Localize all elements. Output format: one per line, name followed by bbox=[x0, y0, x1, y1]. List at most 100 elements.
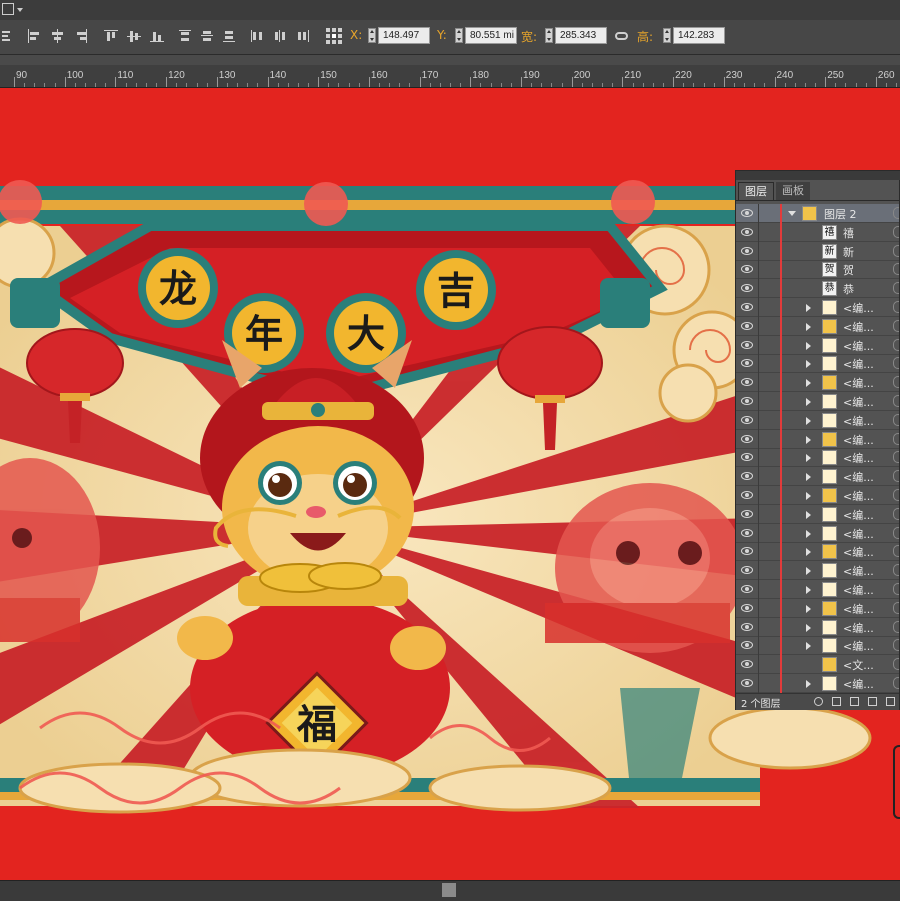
layer-row[interactable]: <编... bbox=[736, 674, 899, 693]
tab-layers[interactable]: 图层 bbox=[738, 182, 774, 200]
lock-column[interactable] bbox=[758, 222, 759, 242]
chevron-right-icon[interactable] bbox=[806, 548, 811, 557]
chevron-right-icon[interactable] bbox=[806, 529, 811, 538]
distribute-top-icon[interactable] bbox=[178, 29, 192, 43]
lock-column[interactable] bbox=[758, 523, 759, 543]
lock-column[interactable] bbox=[758, 486, 759, 505]
layer-row[interactable]: <编... bbox=[736, 523, 899, 543]
target-icon[interactable] bbox=[893, 507, 899, 520]
lock-column[interactable] bbox=[758, 316, 759, 336]
layer-row[interactable]: <编... bbox=[736, 561, 899, 581]
chevron-down-icon[interactable] bbox=[788, 211, 796, 216]
layer-row[interactable]: <编... bbox=[736, 504, 899, 524]
eye-icon[interactable] bbox=[741, 566, 753, 575]
target-icon[interactable] bbox=[893, 357, 899, 370]
chevron-right-icon[interactable] bbox=[806, 435, 811, 444]
layer-row[interactable]: <编... bbox=[736, 542, 899, 562]
distribute-vcenter-icon[interactable] bbox=[200, 29, 214, 43]
width-field[interactable]: 285.343 bbox=[555, 27, 607, 44]
align-left-icon[interactable] bbox=[27, 29, 41, 43]
target-icon[interactable] bbox=[893, 583, 899, 595]
lock-column[interactable] bbox=[758, 241, 759, 261]
layer-row[interactable]: <编... bbox=[736, 598, 899, 618]
target-icon[interactable] bbox=[893, 658, 899, 671]
x-spinner[interactable] bbox=[368, 28, 376, 43]
target-icon[interactable] bbox=[893, 338, 899, 351]
target-icon[interactable] bbox=[893, 244, 899, 257]
lock-column[interactable] bbox=[758, 298, 759, 317]
target-icon[interactable] bbox=[893, 263, 899, 276]
eye-icon[interactable] bbox=[741, 359, 753, 368]
layer-row[interactable]: <文... bbox=[736, 655, 899, 675]
layer-row[interactable]: 贺贺 bbox=[736, 260, 899, 280]
distribute-hcenter-icon[interactable] bbox=[273, 29, 287, 43]
target-icon[interactable] bbox=[893, 376, 899, 389]
lock-column[interactable] bbox=[758, 636, 759, 656]
layer-row[interactable]: 图层 2 bbox=[736, 204, 899, 223]
chevron-right-icon[interactable] bbox=[806, 567, 811, 576]
eye-icon[interactable] bbox=[741, 265, 753, 274]
layer-row[interactable]: <编... bbox=[736, 316, 899, 336]
layer-row[interactable]: <编... bbox=[736, 354, 899, 374]
target-icon[interactable] bbox=[893, 601, 899, 614]
constrain-proportions-icon[interactable] bbox=[615, 32, 628, 40]
panel-grip[interactable] bbox=[736, 171, 900, 180]
lock-column[interactable] bbox=[758, 410, 759, 430]
eye-icon[interactable] bbox=[741, 472, 753, 481]
lock-column[interactable] bbox=[758, 279, 759, 299]
lock-column[interactable] bbox=[758, 335, 759, 355]
lock-column[interactable] bbox=[758, 617, 759, 637]
chevron-right-icon[interactable] bbox=[806, 304, 811, 312]
eye-icon[interactable] bbox=[741, 528, 753, 537]
eye-icon[interactable] bbox=[741, 284, 753, 293]
layer-row[interactable]: <编... bbox=[736, 486, 899, 505]
target-icon[interactable] bbox=[893, 639, 899, 652]
eye-icon[interactable] bbox=[741, 246, 753, 255]
eye-icon[interactable] bbox=[741, 509, 753, 518]
lock-column[interactable] bbox=[758, 392, 759, 411]
eye-icon[interactable] bbox=[741, 660, 753, 669]
delete-layer-icon[interactable] bbox=[886, 697, 895, 706]
align-right-icon[interactable] bbox=[74, 29, 88, 43]
lock-column[interactable] bbox=[758, 504, 759, 524]
height-spinner[interactable] bbox=[663, 28, 671, 43]
lock-column[interactable] bbox=[758, 467, 759, 487]
align-menu-icon[interactable] bbox=[0, 29, 14, 43]
layer-row[interactable]: <编... bbox=[736, 373, 899, 393]
y-spinner[interactable] bbox=[455, 28, 463, 43]
eye-icon[interactable] bbox=[741, 491, 753, 499]
lock-column[interactable] bbox=[758, 561, 759, 581]
layer-row[interactable]: <编... bbox=[736, 410, 899, 430]
align-bottom-icon[interactable] bbox=[150, 29, 164, 43]
target-icon[interactable] bbox=[893, 526, 899, 539]
lock-column[interactable] bbox=[758, 580, 759, 599]
target-icon[interactable] bbox=[893, 545, 899, 558]
distribute-right-icon[interactable] bbox=[296, 29, 310, 43]
eye-icon[interactable] bbox=[741, 641, 753, 650]
target-icon[interactable] bbox=[893, 319, 899, 332]
lock-column[interactable] bbox=[758, 674, 759, 693]
lock-column[interactable] bbox=[758, 204, 759, 223]
horizontal-ruler[interactable]: 90 100 110 120 130 140 150 160 170 180 190 200 210 22… bbox=[0, 65, 900, 88]
chevron-right-icon[interactable] bbox=[806, 322, 811, 331]
target-icon[interactable] bbox=[893, 282, 899, 295]
eye-icon[interactable] bbox=[741, 209, 753, 217]
reference-point-icon[interactable] bbox=[326, 28, 342, 44]
chevron-right-icon[interactable] bbox=[806, 623, 811, 632]
target-icon[interactable] bbox=[893, 451, 899, 464]
chevron-right-icon[interactable] bbox=[806, 341, 811, 350]
lock-column[interactable] bbox=[758, 260, 759, 280]
lock-column[interactable] bbox=[758, 429, 759, 449]
chevron-right-icon[interactable] bbox=[806, 379, 811, 388]
tab-artboards[interactable]: 画板 bbox=[776, 182, 810, 200]
eye-icon[interactable] bbox=[741, 453, 753, 462]
width-spinner[interactable] bbox=[545, 28, 553, 43]
lock-column[interactable] bbox=[758, 655, 759, 675]
layer-row[interactable]: 禧禧 bbox=[736, 222, 899, 242]
chevron-right-icon[interactable] bbox=[806, 586, 811, 594]
lock-column[interactable] bbox=[758, 373, 759, 393]
distribute-left-icon[interactable] bbox=[250, 29, 264, 43]
layer-row[interactable]: 新新 bbox=[736, 241, 899, 261]
eye-icon[interactable] bbox=[741, 547, 753, 556]
y-field[interactable]: 80.551 mi bbox=[465, 27, 517, 44]
